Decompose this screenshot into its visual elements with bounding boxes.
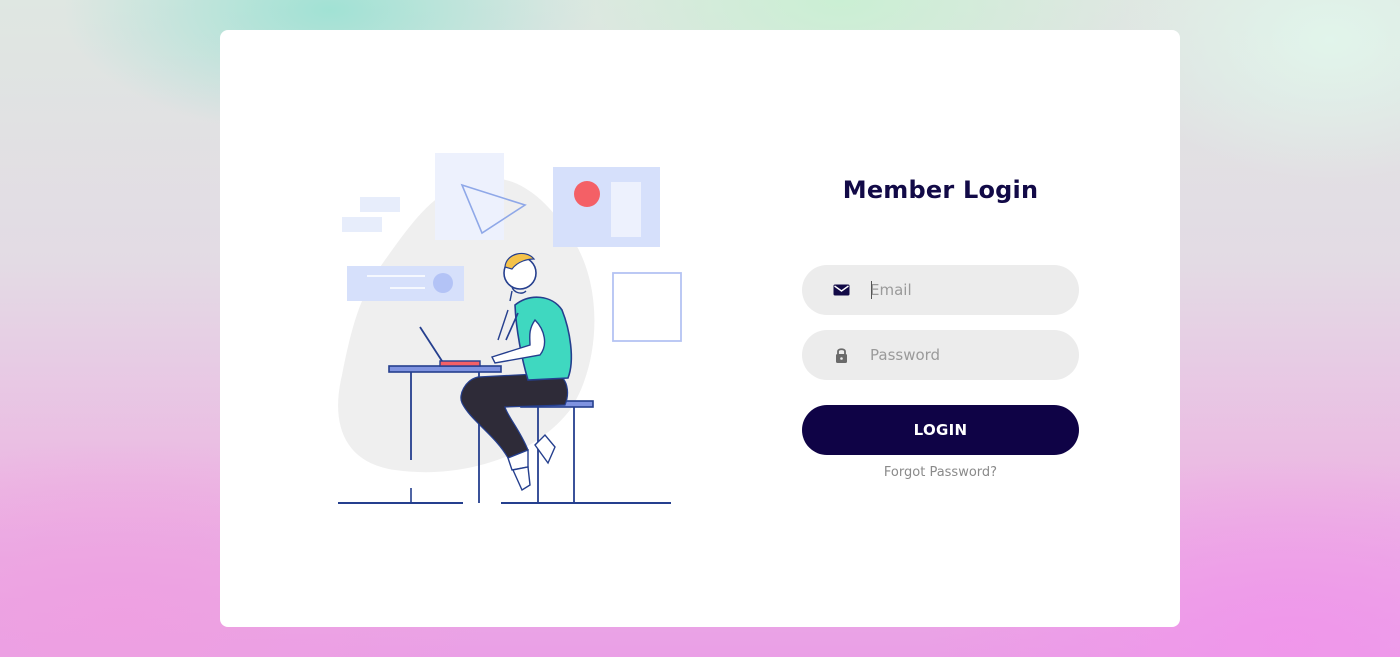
forgot-password-link[interactable]: Forgot Password? — [802, 465, 1079, 480]
red-dot — [574, 181, 600, 207]
decor-bar-2 — [342, 217, 382, 232]
password-input[interactable] — [870, 330, 1060, 380]
desk-top — [388, 365, 502, 373]
decor-card-dot — [433, 273, 453, 293]
login-panel: Member Login LOGIN Forgot Password? — [802, 170, 1079, 480]
lock-icon — [836, 348, 847, 363]
person-laptop-illustration — [338, 153, 682, 504]
page-title: Member Login — [842, 176, 1039, 204]
decor-panel-strip — [611, 182, 641, 237]
login-button[interactable]: LOGIN — [802, 405, 1079, 455]
decor-panel-triangle — [435, 153, 504, 240]
envelope-icon — [833, 284, 850, 296]
decor-bar-1 — [360, 197, 400, 212]
password-field-container[interactable] — [802, 330, 1079, 380]
email-input[interactable] — [870, 265, 1060, 315]
email-field-container[interactable] — [802, 265, 1079, 315]
decor-circle — [599, 300, 661, 362]
login-card: Member Login LOGIN Forgot Password? — [220, 30, 1180, 627]
text-caret — [871, 281, 872, 299]
decor-panel-dot — [553, 167, 660, 247]
laptop-base — [439, 360, 481, 367]
